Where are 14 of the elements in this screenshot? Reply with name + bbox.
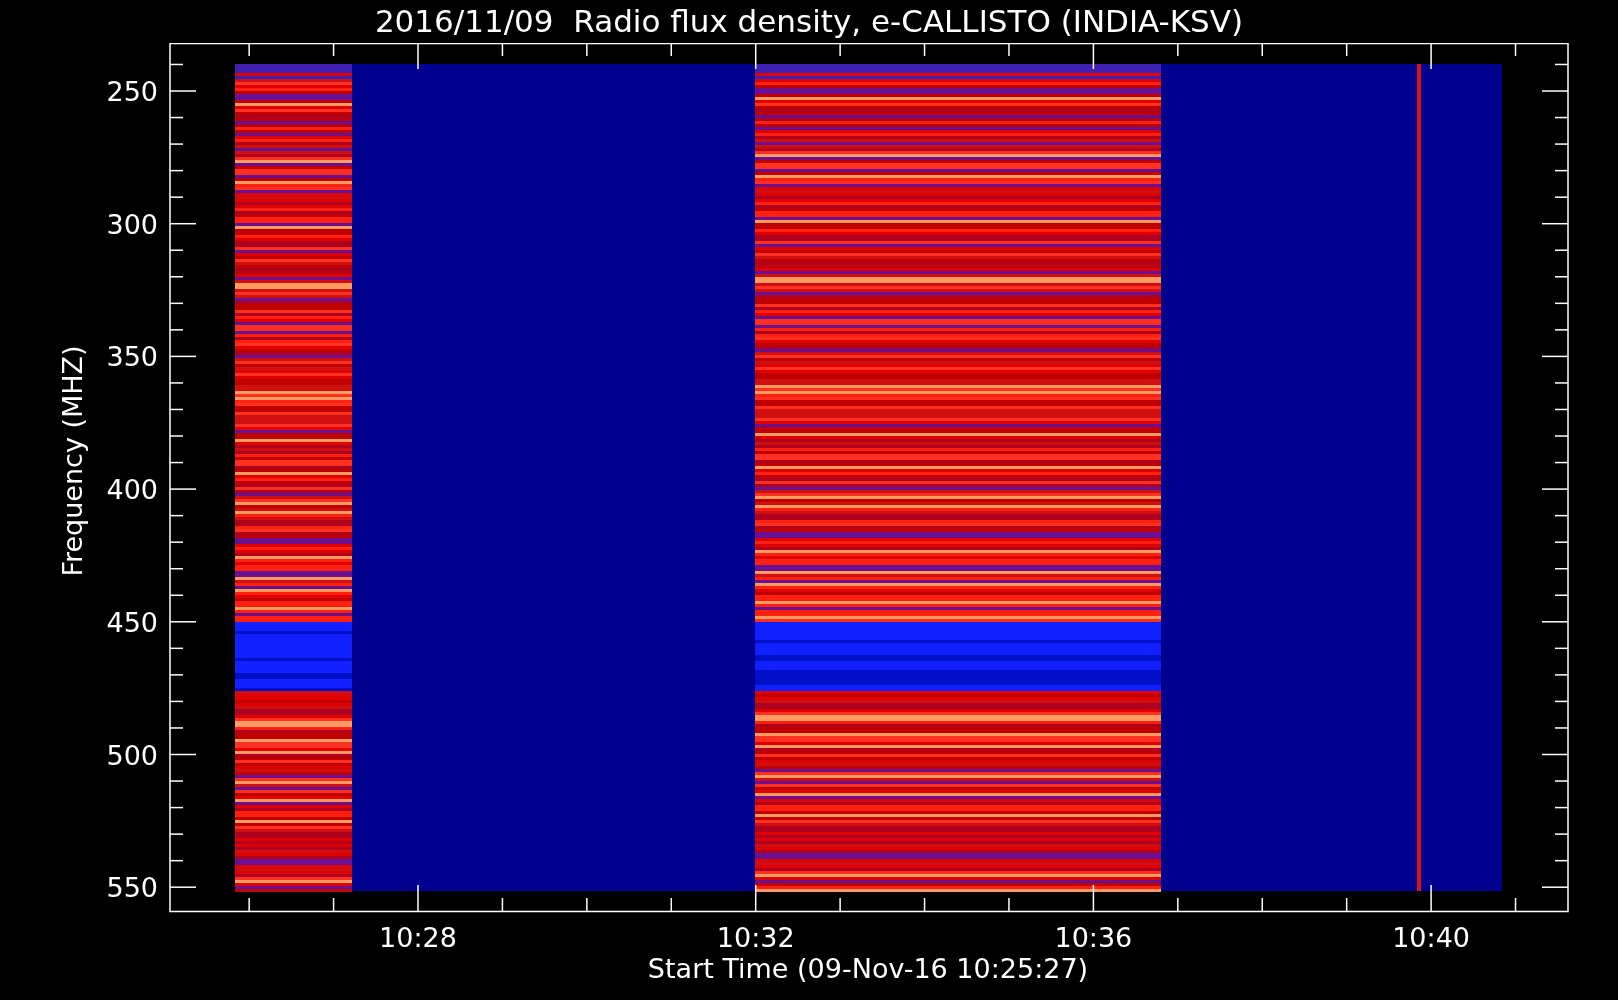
y-axis-label: Frequency (MHZ) xyxy=(57,345,88,577)
tick-label: 500 xyxy=(106,739,158,771)
x-axis-label: Start Time (09-Nov-16 10:25:27) xyxy=(647,953,1089,984)
tick-label: 250 xyxy=(106,76,158,107)
tick-label: 10:32 xyxy=(716,922,795,953)
tick-label: 350 xyxy=(106,341,158,373)
tick-label: 10:40 xyxy=(1392,922,1470,953)
tick-label: 550 xyxy=(106,872,158,904)
tick-label: 10:36 xyxy=(1054,922,1133,953)
tick-label: 10:28 xyxy=(379,922,457,953)
tick-label: 400 xyxy=(106,474,158,506)
chart-title: 2016/11/09 Radio flux density, e-CALLISTO (INDIA-KSV) xyxy=(374,6,1244,37)
tick-label: 450 xyxy=(106,606,158,638)
tick-label: 300 xyxy=(106,208,158,240)
